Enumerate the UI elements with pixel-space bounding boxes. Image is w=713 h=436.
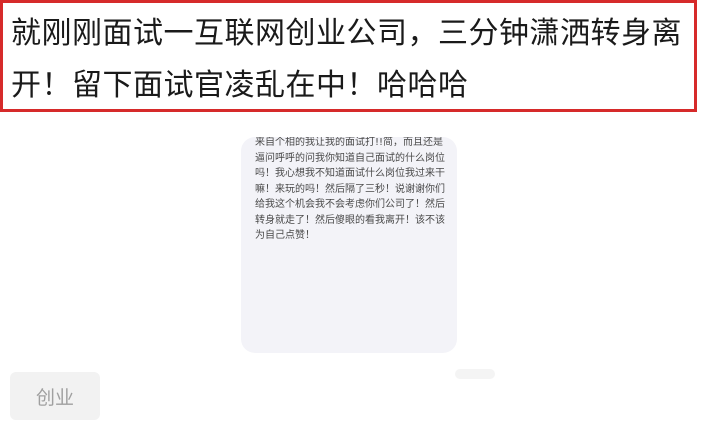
screenshot-card-text: 来自个相的我让我的面试打!!简，而且还是逼问呼呼的问我你知道自己面试的什么岗位吗… bbox=[255, 137, 445, 241]
headline-text: 就刚刚面试一互联网创业公司，三分钟潇洒转身离开！留下面试官凌乱在中！哈哈哈 bbox=[11, 16, 682, 103]
tag-button[interactable]: 创业 bbox=[10, 372, 100, 420]
headline-frame: 就刚刚面试一互联网创业公司，三分钟潇洒转身离开！留下面试官凌乱在中！哈哈哈 bbox=[0, 0, 697, 112]
screenshot-card[interactable]: 来自个相的我让我的面试打!!简，而且还是逼问呼呼的问我你知道自己面试的什么岗位吗… bbox=[241, 137, 457, 353]
faint-mark bbox=[455, 369, 495, 379]
